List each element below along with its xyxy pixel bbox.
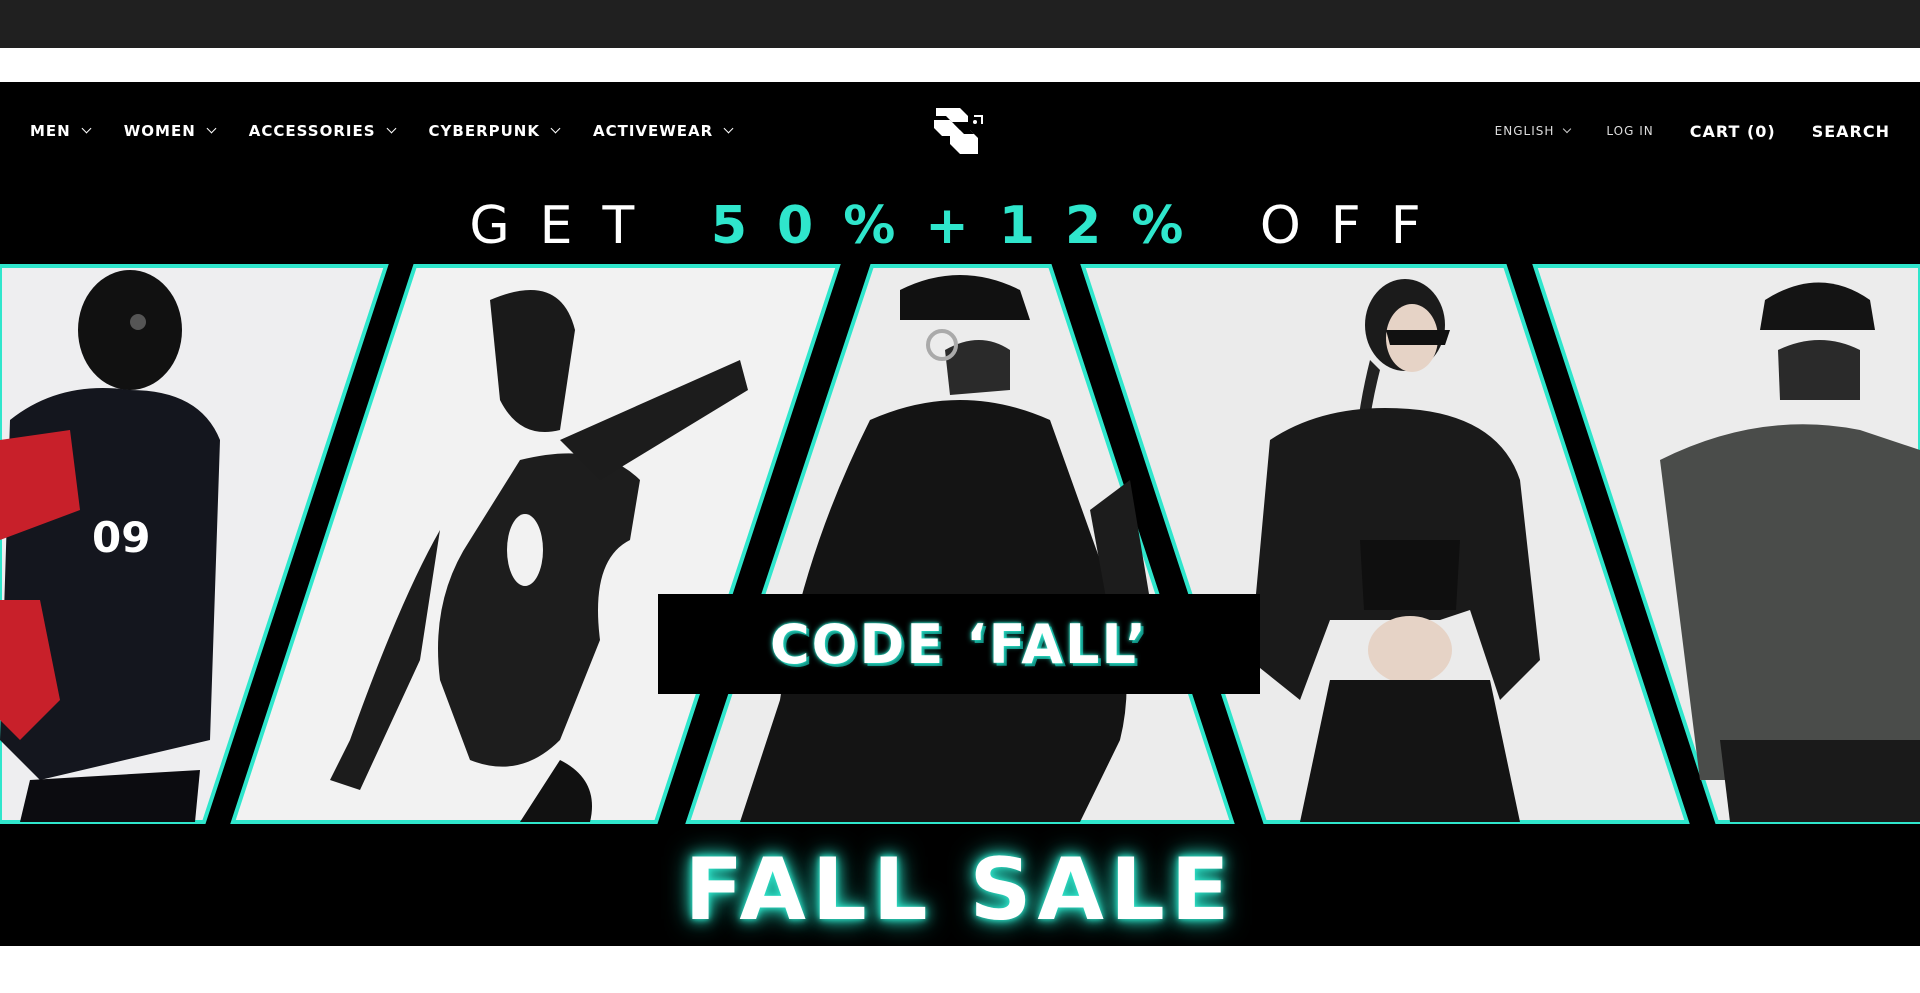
language-label: ENGLISH bbox=[1494, 124, 1555, 138]
main-nav: MEN WOMEN ACCESSORIES CYBERPUNK ACTIVEWE… bbox=[30, 82, 766, 180]
promo-code-box: CODE ‘FALL’ bbox=[658, 594, 1260, 694]
language-selector[interactable]: ENGLISH bbox=[1494, 124, 1572, 138]
chevron-down-icon bbox=[386, 123, 396, 134]
nav-item-cyberpunk[interactable]: CYBERPUNK bbox=[428, 122, 561, 140]
nav-item-label: ACCESSORIES bbox=[248, 122, 376, 140]
chevron-down-icon bbox=[206, 123, 217, 134]
chevron-down-icon bbox=[1563, 124, 1572, 133]
nav-item-label: MEN bbox=[30, 122, 71, 140]
fall-sale-title: FALL SALE bbox=[684, 840, 1236, 940]
headline-prefix: GET bbox=[469, 196, 665, 256]
login-label: LOG IN bbox=[1606, 124, 1654, 138]
nav-item-label: CYBERPUNK bbox=[428, 122, 540, 140]
fall-sale-banner[interactable]: 09 GET 50%+12% OFF CODE ‘FALL’ FALL SALE bbox=[0, 180, 1920, 946]
search-label: SEARCH bbox=[1811, 121, 1890, 141]
login-link[interactable]: LOG IN bbox=[1606, 124, 1653, 138]
model-photo-collage: 09 bbox=[0, 264, 1920, 824]
headline-suffix: OFF bbox=[1259, 196, 1451, 256]
cart-link[interactable]: CART (0) bbox=[1690, 122, 1776, 141]
search-link[interactable]: SEARCH bbox=[1812, 122, 1890, 141]
svg-text:09: 09 bbox=[92, 513, 150, 562]
brand-logo-icon[interactable] bbox=[930, 102, 990, 162]
spacer-strip bbox=[0, 48, 1920, 82]
promo-headline: GET 50%+12% OFF bbox=[0, 196, 1920, 256]
nav-item-accessories[interactable]: ACCESSORIES bbox=[248, 122, 396, 140]
chevron-down-icon bbox=[81, 123, 92, 134]
promo-code-text: CODE ‘FALL’ bbox=[770, 612, 1148, 676]
chevron-down-icon bbox=[723, 123, 734, 134]
nav-item-label: ACTIVEWEAR bbox=[592, 122, 714, 140]
nav-item-activewear[interactable]: ACTIVEWEAR bbox=[592, 122, 734, 140]
nav-item-label: WOMEN bbox=[123, 122, 196, 140]
chevron-down-icon bbox=[550, 123, 561, 134]
header-actions: ENGLISH LOG IN CART (0) SEARCH bbox=[1459, 82, 1890, 180]
cart-label: CART (0) bbox=[1689, 121, 1776, 141]
nav-item-men[interactable]: MEN bbox=[30, 122, 92, 140]
top-announcement-bar bbox=[0, 0, 1920, 48]
nav-item-women[interactable]: WOMEN bbox=[123, 122, 217, 140]
site-header: MEN WOMEN ACCESSORIES CYBERPUNK ACTIVEWE… bbox=[0, 82, 1920, 180]
headline-discount: 50%+12% bbox=[710, 196, 1214, 256]
